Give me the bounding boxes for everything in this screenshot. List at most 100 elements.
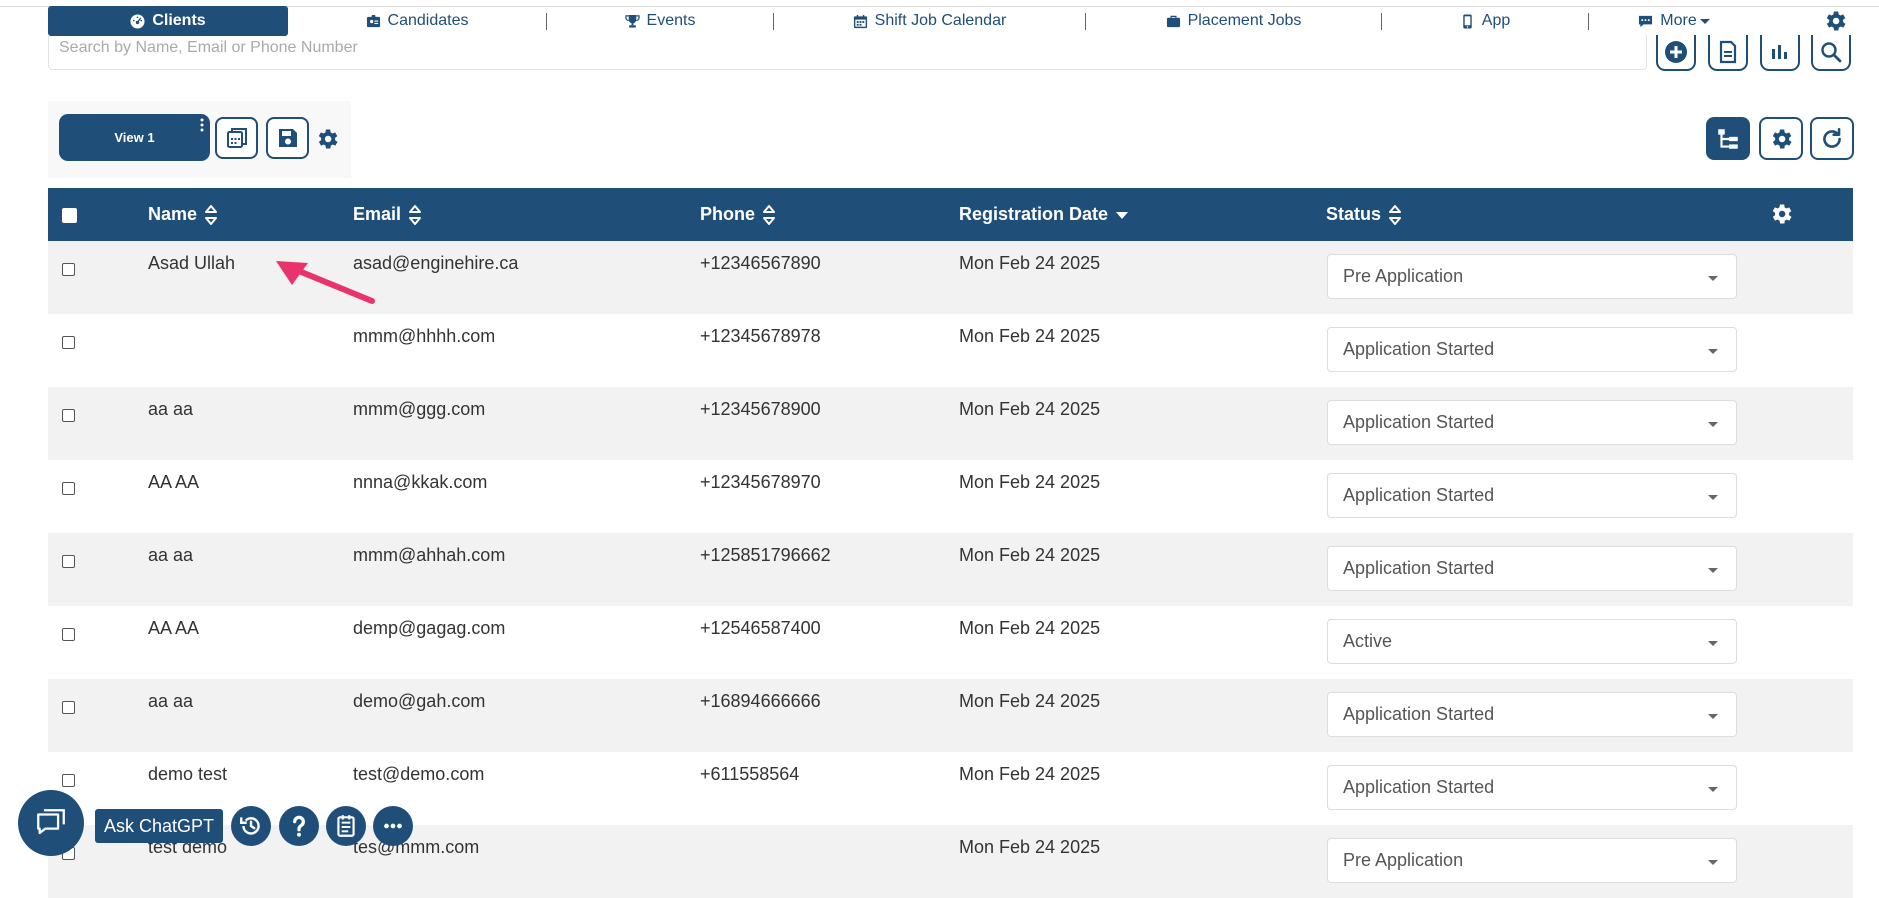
cell-phone: +12346567890: [700, 253, 821, 273]
header-label: Name: [148, 204, 198, 224]
tab-view-1[interactable]: View 1: [59, 114, 210, 161]
status-value: Pre Application: [1343, 266, 1464, 286]
cell-registration-date: Mon Feb 24 2025: [959, 691, 1101, 711]
kebab-menu-icon[interactable]: [200, 118, 204, 132]
row-checkbox[interactable]: [62, 336, 75, 349]
column-header-name[interactable]: Name: [148, 188, 218, 241]
status-select[interactable]: Pre Application: [1327, 254, 1737, 299]
column-header-phone[interactable]: Phone: [700, 188, 776, 241]
cell-registration-date: Mon Feb 24 2025: [959, 545, 1101, 565]
chart-button[interactable]: [1760, 35, 1800, 71]
row-checkbox[interactable]: [62, 555, 75, 568]
help-button[interactable]: [279, 806, 319, 846]
cell-name: aa aa: [148, 545, 194, 565]
row-checkbox[interactable]: [62, 482, 75, 495]
id-badge-icon: [366, 14, 380, 27]
chat-icon: [37, 809, 65, 835]
add-button[interactable]: [1656, 35, 1696, 71]
status-select[interactable]: Application Started: [1327, 327, 1737, 372]
column-header-status[interactable]: Status: [1326, 188, 1402, 241]
cell-email: tes@mmm.com: [353, 837, 480, 857]
sort-icon: [1389, 204, 1402, 225]
status-select[interactable]: Active: [1327, 619, 1737, 664]
row-checkbox[interactable]: [62, 628, 75, 641]
row-checkbox[interactable]: [62, 409, 75, 422]
status-select[interactable]: Application Started: [1327, 473, 1737, 518]
sort-icon: [409, 204, 422, 225]
row-checkbox[interactable]: [62, 263, 75, 276]
select-all-checkbox[interactable]: [62, 208, 77, 223]
nav-events[interactable]: Events: [547, 6, 773, 36]
cell-name: aa aa: [148, 691, 194, 711]
cell-registration-date: Mon Feb 24 2025: [959, 326, 1101, 346]
nav-app[interactable]: App: [1382, 6, 1588, 36]
chevron-down-icon: [1699, 18, 1710, 24]
chevron-down-icon: [1708, 349, 1718, 354]
ask-chatgpt-button[interactable]: Ask ChatGPT: [95, 809, 223, 843]
sort-icon: [763, 204, 776, 225]
table-row[interactable]: aa aa demo@gah.com +16894666666 Mon Feb 24 …: [48, 679, 1853, 752]
status-value: Application Started: [1343, 777, 1495, 797]
nav-candidates[interactable]: Candidates: [288, 6, 546, 36]
cell-phone: +125851796662: [700, 545, 831, 565]
nav-label: Candidates: [387, 12, 469, 29]
notes-icon: [337, 815, 355, 837]
notes-button[interactable]: [326, 806, 366, 846]
gear-icon[interactable]: [1822, 8, 1848, 34]
hierarchy-button[interactable]: [1706, 117, 1750, 160]
hierarchy-icon: [1718, 128, 1738, 149]
nav-label: Placement Jobs: [1187, 12, 1302, 29]
row-checkbox[interactable]: [62, 701, 75, 714]
gear-icon[interactable]: [314, 126, 340, 152]
refresh-button[interactable]: [1810, 117, 1854, 160]
chevron-down-icon: [1708, 495, 1718, 500]
cell-email: mmm@ggg.com: [353, 399, 486, 419]
search-button[interactable]: [1811, 35, 1851, 71]
chevron-down-icon: [1708, 568, 1718, 573]
nav-clients[interactable]: Clients: [48, 6, 288, 36]
tachometer-icon: [130, 13, 145, 29]
cell-registration-date: Mon Feb 24 2025: [959, 472, 1101, 492]
table-row[interactable]: aa aa mmm@ahhah.com +125851796662 Mon Feb 2…: [48, 533, 1853, 606]
gear-icon[interactable]: [1768, 201, 1794, 227]
cell-registration-date: Mon Feb 24 2025: [959, 253, 1101, 273]
column-header-registration-date[interactable]: Registration Date: [959, 188, 1129, 241]
header-label: Phone: [700, 204, 756, 224]
header-label: Email: [353, 204, 402, 224]
save-view-button[interactable]: [266, 117, 309, 159]
nav-placement-jobs[interactable]: Placement Jobs: [1086, 6, 1381, 36]
help-icon: [293, 815, 305, 837]
row-checkbox[interactable]: [62, 774, 75, 787]
cell-email: test@demo.com: [353, 764, 485, 784]
history-button[interactable]: [231, 806, 271, 846]
search-input[interactable]: Search by Name, Email or Phone Number: [48, 35, 1647, 70]
status-value: Active: [1343, 631, 1393, 651]
table-settings-button[interactable]: [1759, 117, 1803, 160]
status-select[interactable]: Pre Application: [1327, 838, 1737, 883]
nav-label: Events: [646, 12, 696, 29]
status-select[interactable]: Application Started: [1327, 692, 1737, 737]
chevron-down-icon: [1708, 422, 1718, 427]
column-header-email[interactable]: Email: [353, 188, 422, 241]
nav-shift-job-calendar[interactable]: Shift Job Calendar: [774, 6, 1085, 36]
more-button[interactable]: [373, 806, 413, 846]
status-select[interactable]: Application Started: [1327, 546, 1737, 591]
view-tab-label: View 1: [114, 130, 155, 145]
table-row[interactable]: AA AA nnna@kkak.com +12345678970 Mon Feb 24…: [48, 460, 1853, 533]
report-button[interactable]: [1708, 35, 1748, 71]
table-row[interactable]: mmm@hhhh.com +12345678978 Mon Feb 24 2025 A…: [48, 314, 1853, 387]
document-icon: [1719, 40, 1737, 64]
cell-phone: +611558564: [700, 764, 800, 784]
chat-button[interactable]: [18, 790, 84, 856]
cell-phone: +12345678978: [700, 326, 821, 346]
cell-registration-date: Mon Feb 24 2025: [959, 764, 1101, 784]
table-row[interactable]: aa aa mmm@ggg.com +12345678900 Mon Feb 24 2…: [48, 387, 1853, 460]
annotation-arrow-icon: [276, 261, 375, 304]
copy-view-button[interactable]: [215, 117, 258, 159]
status-select[interactable]: Application Started: [1327, 765, 1737, 810]
table-row[interactable]: AA AA demp@gagag.com +12546587400 Mon Feb 2…: [48, 606, 1853, 679]
status-select[interactable]: Application Started: [1327, 400, 1737, 445]
table-row[interactable]: test demo tes@mmm.com Mon Feb 24 2025 Pre A…: [48, 825, 1853, 898]
table-row[interactable]: demo test test@demo.com +611558564 Mon Feb …: [48, 752, 1853, 825]
nav-more[interactable]: More: [1589, 6, 1759, 36]
